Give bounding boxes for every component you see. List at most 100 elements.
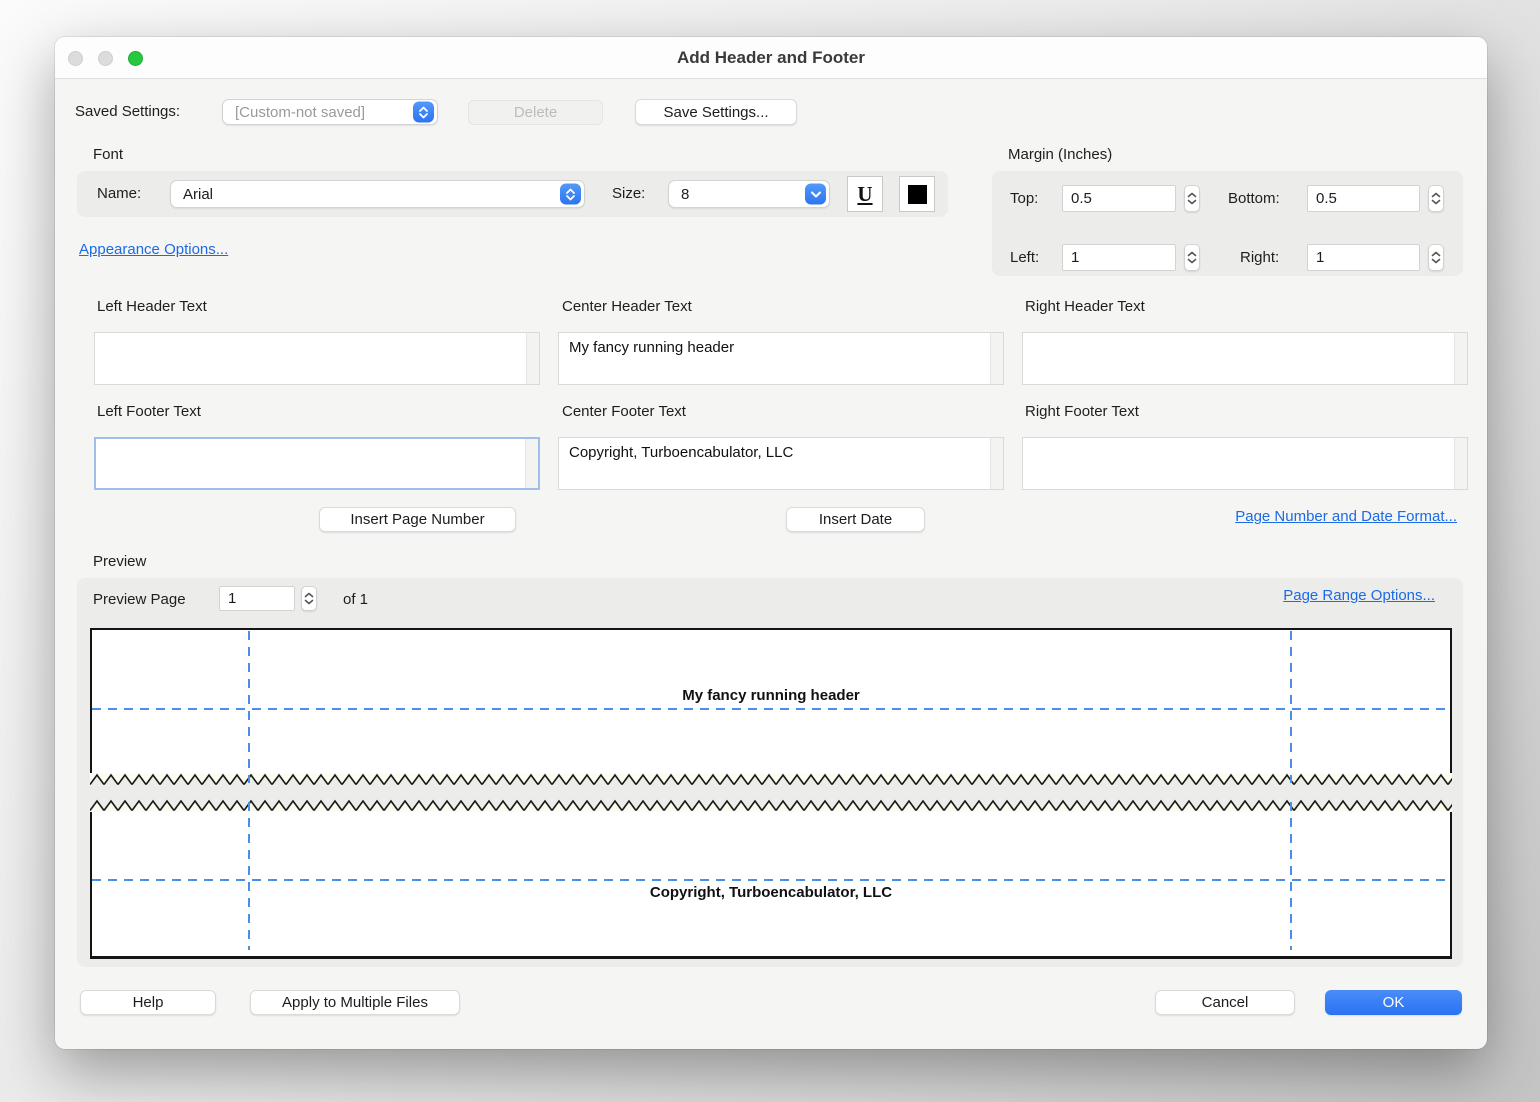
chevron-down-icon	[805, 184, 826, 205]
close-button	[68, 51, 83, 66]
margin-left-stepper[interactable]	[1184, 244, 1200, 271]
margin-right-label: Right:	[1240, 244, 1279, 271]
insert-page-number-button[interactable]: Insert Page Number	[319, 507, 516, 532]
right-margin-guide	[1290, 802, 1292, 950]
chevron-up-icon	[1187, 251, 1197, 257]
title-bar: Add Header and Footer	[55, 37, 1487, 79]
ok-button[interactable]: OK	[1325, 990, 1462, 1015]
add-header-footer-dialog: Add Header and Footer Saved Settings: [C…	[55, 37, 1487, 1049]
left-header-textarea[interactable]	[94, 332, 540, 385]
top-margin-guide	[92, 708, 1450, 710]
font-size-value: 8	[681, 186, 689, 203]
chevron-up-icon	[1187, 192, 1197, 198]
center-footer-text: Copyright, Turboencabulator, LLC	[559, 438, 989, 489]
margin-section-label: Margin (Inches)	[1008, 146, 1112, 163]
font-color-button[interactable]	[899, 176, 935, 212]
font-name-dropdown[interactable]: Arial	[170, 180, 585, 208]
page-number-date-format-link[interactable]: Page Number and Date Format...	[1235, 508, 1457, 525]
underline-button[interactable]: U	[847, 176, 883, 212]
margin-group: Top: Bottom: Left: Right:	[992, 171, 1463, 276]
left-header-text	[95, 333, 525, 384]
preview-footer-text: Copyright, Turboencabulator, LLC	[90, 884, 1452, 901]
preview-page-stepper[interactable]	[301, 586, 317, 611]
right-footer-textarea[interactable]	[1022, 437, 1468, 490]
preview-page-input[interactable]	[219, 586, 295, 611]
preview-page-count: of 1	[343, 587, 368, 612]
margin-right-stepper[interactable]	[1428, 244, 1444, 271]
margin-right-input[interactable]	[1307, 244, 1420, 271]
bottom-margin-guide	[92, 879, 1450, 881]
center-footer-label: Center Footer Text	[562, 403, 686, 420]
right-margin-guide	[1290, 631, 1292, 783]
font-name-value: Arial	[183, 186, 213, 203]
torn-edge-top	[90, 773, 1452, 786]
scrollbar-track[interactable]	[526, 333, 539, 384]
appearance-options-link[interactable]: Appearance Options...	[79, 241, 228, 258]
right-footer-text	[1023, 438, 1453, 489]
apply-to-multiple-files-button[interactable]: Apply to Multiple Files	[250, 990, 460, 1015]
torn-edge-bottom	[90, 799, 1452, 812]
insert-date-button[interactable]: Insert Date	[786, 507, 925, 532]
center-header-label: Center Header Text	[562, 298, 692, 315]
saved-settings-value: [Custom-not saved]	[235, 104, 365, 121]
margin-top-label: Top:	[1010, 185, 1038, 212]
scrollbar-track[interactable]	[1454, 438, 1467, 489]
center-header-textarea[interactable]: My fancy running header	[558, 332, 1004, 385]
font-section-label: Font	[93, 146, 123, 163]
chevron-down-icon	[304, 599, 314, 605]
margin-bottom-input[interactable]	[1307, 185, 1420, 212]
scrollbar-track[interactable]	[525, 439, 538, 488]
chevron-down-icon	[1187, 199, 1197, 205]
zoom-button[interactable]	[128, 51, 143, 66]
preview-section-label: Preview	[93, 553, 146, 570]
minimize-button	[98, 51, 113, 66]
right-header-textarea[interactable]	[1022, 332, 1468, 385]
left-margin-guide	[248, 631, 250, 783]
font-size-dropdown[interactable]: 8	[668, 180, 830, 208]
popup-chevrons-icon	[413, 102, 434, 123]
popup-chevrons-icon	[560, 184, 581, 205]
saved-settings-label: Saved Settings:	[75, 99, 180, 125]
preview-header-text: My fancy running header	[90, 687, 1452, 704]
color-swatch-icon	[908, 185, 927, 204]
left-margin-guide	[248, 802, 250, 950]
font-name-label: Name:	[97, 171, 141, 217]
chevron-down-icon	[1187, 258, 1197, 264]
chevron-up-icon	[1431, 251, 1441, 257]
preview-group: Preview Page of 1 Page Range Options...	[77, 578, 1463, 967]
left-header-label: Left Header Text	[97, 298, 207, 315]
margin-left-label: Left:	[1010, 244, 1039, 271]
underline-icon: U	[857, 182, 872, 207]
right-header-text	[1023, 333, 1453, 384]
font-group: Name: Arial Size: 8 U	[77, 171, 948, 217]
margin-bottom-label: Bottom:	[1228, 185, 1280, 212]
page-preview: My fancy running header Copyright, Turbo…	[90, 628, 1452, 959]
chevron-down-icon	[1431, 258, 1441, 264]
margin-bottom-stepper[interactable]	[1428, 185, 1444, 212]
scrollbar-track[interactable]	[990, 333, 1003, 384]
margin-top-input[interactable]	[1062, 185, 1176, 212]
center-header-text: My fancy running header	[559, 333, 989, 384]
margin-left-input[interactable]	[1062, 244, 1176, 271]
chevron-down-icon	[1431, 199, 1441, 205]
preview-page-label: Preview Page	[93, 587, 186, 612]
help-button[interactable]: Help	[80, 990, 216, 1015]
save-settings-button[interactable]: Save Settings...	[635, 99, 797, 125]
left-footer-text	[96, 439, 524, 488]
saved-settings-dropdown[interactable]: [Custom-not saved]	[222, 99, 438, 125]
center-footer-textarea[interactable]: Copyright, Turboencabulator, LLC	[558, 437, 1004, 490]
left-footer-textarea[interactable]	[94, 437, 540, 490]
chevron-up-icon	[304, 592, 314, 598]
delete-button: Delete	[468, 100, 603, 125]
chevron-up-icon	[1431, 192, 1441, 198]
margin-top-stepper[interactable]	[1184, 185, 1200, 212]
left-footer-label: Left Footer Text	[97, 403, 201, 420]
scrollbar-track[interactable]	[1454, 333, 1467, 384]
right-footer-label: Right Footer Text	[1025, 403, 1139, 420]
dialog-title: Add Header and Footer	[55, 37, 1487, 79]
cancel-button[interactable]: Cancel	[1155, 990, 1295, 1015]
font-size-label: Size:	[612, 171, 645, 217]
scrollbar-track[interactable]	[990, 438, 1003, 489]
page-range-options-link[interactable]: Page Range Options...	[1283, 587, 1435, 604]
right-header-label: Right Header Text	[1025, 298, 1145, 315]
